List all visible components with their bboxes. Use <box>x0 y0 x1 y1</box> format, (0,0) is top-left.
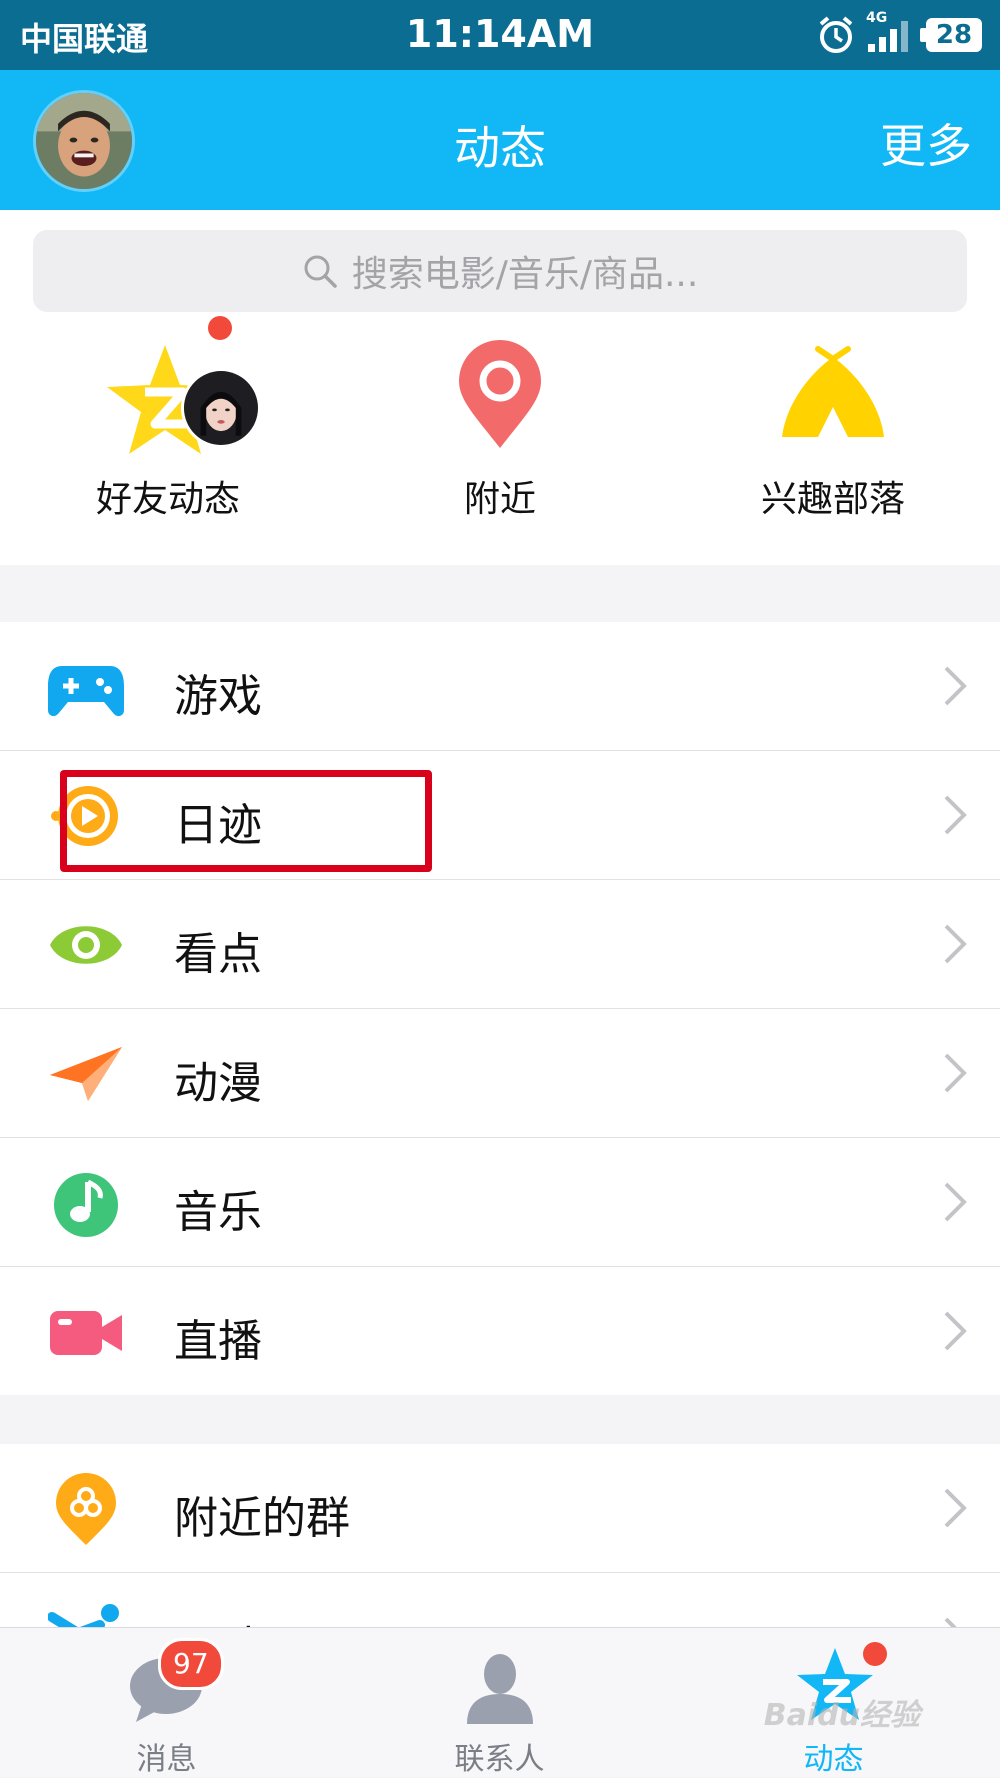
location-pin-icon <box>459 340 541 448</box>
list-item-label: 动漫 <box>174 1058 262 1109</box>
new-dot <box>208 316 232 340</box>
tab-messages[interactable]: 97 消息 <box>0 1628 333 1777</box>
quick-entry-label: 兴趣部落 <box>760 479 905 520</box>
alarm-icon <box>819 16 853 53</box>
quick-entry-label: 附近 <box>463 479 536 520</box>
quick-entry-friends[interactable]: 好友动态 <box>53 316 283 522</box>
list-item-label: 直播 <box>174 1316 262 1367</box>
list-item-anime[interactable]: 动漫 <box>0 1009 1000 1138</box>
group-pin-icon <box>56 1473 116 1545</box>
list-item-label: 游戏 <box>174 671 262 722</box>
nav-bar: 动态 更多 <box>0 70 1000 210</box>
top-panel: 搜索电影/音乐/商品... 好友动态 附近 兴趣部落 <box>0 210 1000 565</box>
video-camera-icon <box>50 1311 122 1355</box>
gamepad-icon <box>48 666 124 717</box>
list-item-label: 音乐 <box>174 1187 262 1238</box>
chevron-right-icon <box>944 666 967 706</box>
new-dot <box>863 1642 887 1666</box>
tab-label: 联系人 <box>454 1742 545 1777</box>
search-placeholder: 搜索电影/音乐/商品... <box>351 254 699 295</box>
highlight-box <box>60 770 432 872</box>
quick-entry-tribe[interactable]: 兴趣部落 <box>718 330 948 522</box>
list-item-kandian[interactable]: 看点 <box>0 880 1000 1009</box>
unread-badge: 97 <box>158 1638 224 1690</box>
signal-icon: 4G <box>866 10 916 54</box>
watermark: Baidu经验 <box>763 1698 920 1733</box>
chevron-right-icon <box>944 1311 967 1351</box>
chevron-right-icon <box>944 1488 967 1528</box>
tent-icon <box>782 346 884 437</box>
battery-indicator: 28 <box>920 18 982 52</box>
music-note-icon <box>54 1173 118 1237</box>
list-item-music[interactable]: 音乐 <box>0 1138 1000 1267</box>
list-item-game[interactable]: 游戏 <box>0 622 1000 751</box>
tab-contacts[interactable]: 联系人 <box>333 1628 666 1777</box>
friend-avatar <box>181 368 261 448</box>
person-icon <box>467 1654 533 1724</box>
status-icons: 4G 28 <box>816 10 982 56</box>
list-item-live[interactable]: 直播 <box>0 1267 1000 1395</box>
quick-entry-label: 好友动态 <box>95 479 240 520</box>
chevron-right-icon <box>944 1053 967 1093</box>
status-bar: 中国联通 11:14AM 4G 28 <box>0 0 1000 70</box>
feature-list-2: 附近的群 运动 <box>0 1444 1000 1627</box>
page-title: 动态 <box>454 121 546 175</box>
chevron-right-icon <box>944 1617 957 1627</box>
tab-label: 消息 <box>136 1742 197 1777</box>
list-item-nearby-groups[interactable]: 附近的群 <box>0 1444 1000 1573</box>
eye-icon <box>50 926 122 964</box>
list-item-label: 运动 <box>174 1611 262 1627</box>
quick-entry-nearby[interactable]: 附近 <box>385 330 615 522</box>
more-button[interactable]: 更多 <box>880 110 972 176</box>
list-item-sport[interactable]: 运动 <box>0 1573 1000 1627</box>
paper-plane-icon <box>50 1047 122 1101</box>
tab-label: 动态 <box>803 1742 864 1777</box>
chevron-right-icon <box>944 795 967 835</box>
list-item-label: 看点 <box>174 929 262 980</box>
chevron-right-icon <box>944 1182 967 1222</box>
search-input[interactable]: 搜索电影/音乐/商品... <box>33 230 967 312</box>
sport-icon <box>48 1604 119 1627</box>
feature-list: 游戏 日迹 看点 动漫 音乐 直播 <box>0 622 1000 1395</box>
list-item-label: 附近的群 <box>174 1493 350 1544</box>
search-icon <box>304 255 337 288</box>
chevron-right-icon <box>944 924 967 964</box>
